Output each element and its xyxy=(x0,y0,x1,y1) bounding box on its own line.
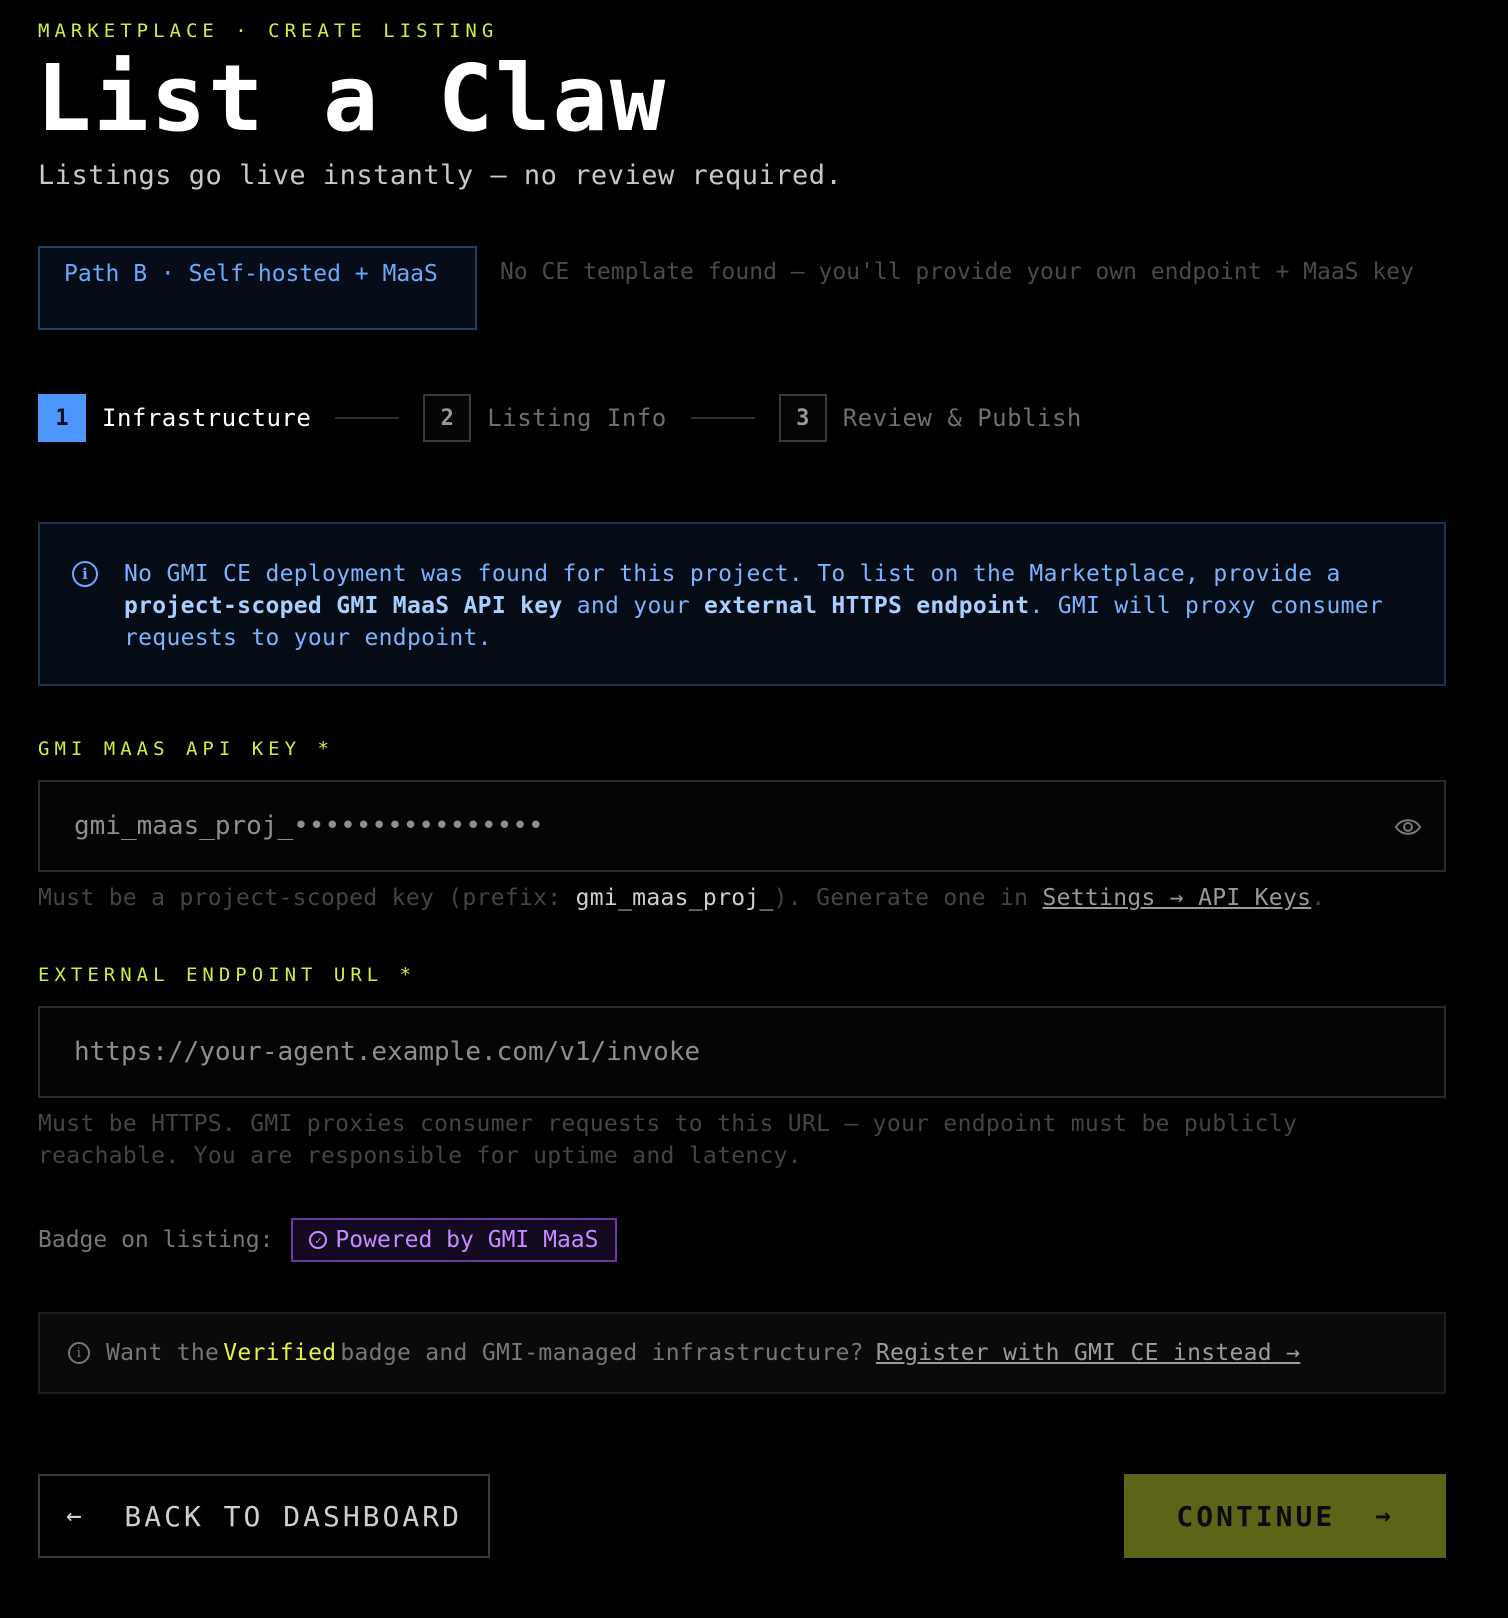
page-title: List a Claw xyxy=(36,45,668,152)
promo-highlight: Verified xyxy=(223,1340,337,1366)
api-key-hint: Must be a project-scoped key (prefix: gm… xyxy=(38,882,1325,914)
step-listing-info[interactable]: 2 Listing Info xyxy=(423,394,666,442)
path-note: No CE template found — you'll provide yo… xyxy=(500,259,1414,285)
register-ce-link[interactable]: Register with GMI CE instead → xyxy=(876,1340,1300,1366)
step-number: 2 xyxy=(423,394,472,442)
info-icon: i xyxy=(68,1342,90,1364)
step-infrastructure[interactable]: 1 Infrastructure xyxy=(38,394,311,442)
hint-text: . xyxy=(1311,885,1326,911)
arrow-left-icon: ← xyxy=(66,1501,85,1531)
step-label: Listing Info xyxy=(487,404,667,432)
badge-text: Powered by GMI MaaS xyxy=(335,1227,599,1253)
endpoint-hint: Must be HTTPS. GMI proxies consumer requ… xyxy=(38,1111,1298,1169)
info-banner: No GMI CE deployment was found for this … xyxy=(38,522,1446,686)
stepper: 1 Infrastructure 2 Listing Info 3 Review… xyxy=(38,394,1082,442)
breadcrumb: MARKETPLACE · CREATE LISTING xyxy=(38,20,499,42)
info-text: and your xyxy=(562,593,705,619)
path-badge: Path B · Self-hosted + MaaS xyxy=(38,246,477,330)
arrow-right-icon: → xyxy=(1374,1501,1394,1531)
endpoint-input[interactable]: https://your-agent.example.com/v1/invoke xyxy=(38,1006,1446,1098)
api-key-label: GMI MAAS API KEY * xyxy=(38,738,334,760)
settings-api-keys-link[interactable]: Settings → API Keys xyxy=(1042,885,1311,911)
endpoint-placeholder: https://your-agent.example.com/v1/invoke xyxy=(74,1037,701,1067)
badge-row: Badge on listing: ✓ Powered by GMI MaaS xyxy=(38,1218,617,1262)
continue-button-label: CONTINUE xyxy=(1176,1499,1336,1533)
verified-promo: i Want the Verified badge and GMI-manage… xyxy=(38,1312,1446,1394)
promo-text: badge and GMI-managed infrastructure? xyxy=(340,1340,864,1366)
step-review-publish[interactable]: 3 Review & Publish xyxy=(778,394,1082,442)
page-subtitle: Listings go live instantly — no review r… xyxy=(38,160,843,191)
api-key-input[interactable]: gmi_maas_proj_•••••••••••••••• xyxy=(38,780,1446,872)
endpoint-label: EXTERNAL ENDPOINT URL * xyxy=(38,964,417,986)
hint-text: Must be a project-scoped key (prefix: xyxy=(38,885,576,911)
powered-by-badge: ✓ Powered by GMI MaaS xyxy=(291,1218,617,1262)
info-bold-key: project-scoped GMI MaaS API key xyxy=(124,593,563,619)
badge-label: Badge on listing: xyxy=(38,1227,274,1253)
eye-icon[interactable] xyxy=(1394,814,1422,840)
api-key-value: gmi_maas_proj_•••••••••••••••• xyxy=(74,811,544,841)
back-button-label: BACK TO DASHBOARD xyxy=(124,1499,462,1533)
step-number: 3 xyxy=(778,394,827,442)
step-connector xyxy=(690,417,755,419)
info-icon: i xyxy=(72,561,98,587)
step-label: Review & Publish xyxy=(842,404,1082,432)
step-label: Infrastructure xyxy=(102,404,312,432)
step-number: 1 xyxy=(38,394,86,442)
continue-button[interactable]: CONTINUE → xyxy=(1124,1474,1446,1558)
back-to-dashboard-button[interactable]: ← BACK TO DASHBOARD xyxy=(38,1474,490,1558)
info-text: No GMI CE deployment was found for this … xyxy=(124,561,1341,587)
check-circle-icon: ✓ xyxy=(309,1231,328,1249)
step-connector xyxy=(335,417,400,419)
hint-code: gmi_maas_proj_ xyxy=(575,885,774,911)
hint-text: ). Generate one in xyxy=(773,885,1043,911)
promo-text: Want the xyxy=(106,1340,220,1366)
info-bold-endpoint: external HTTPS endpoint xyxy=(704,593,1030,619)
